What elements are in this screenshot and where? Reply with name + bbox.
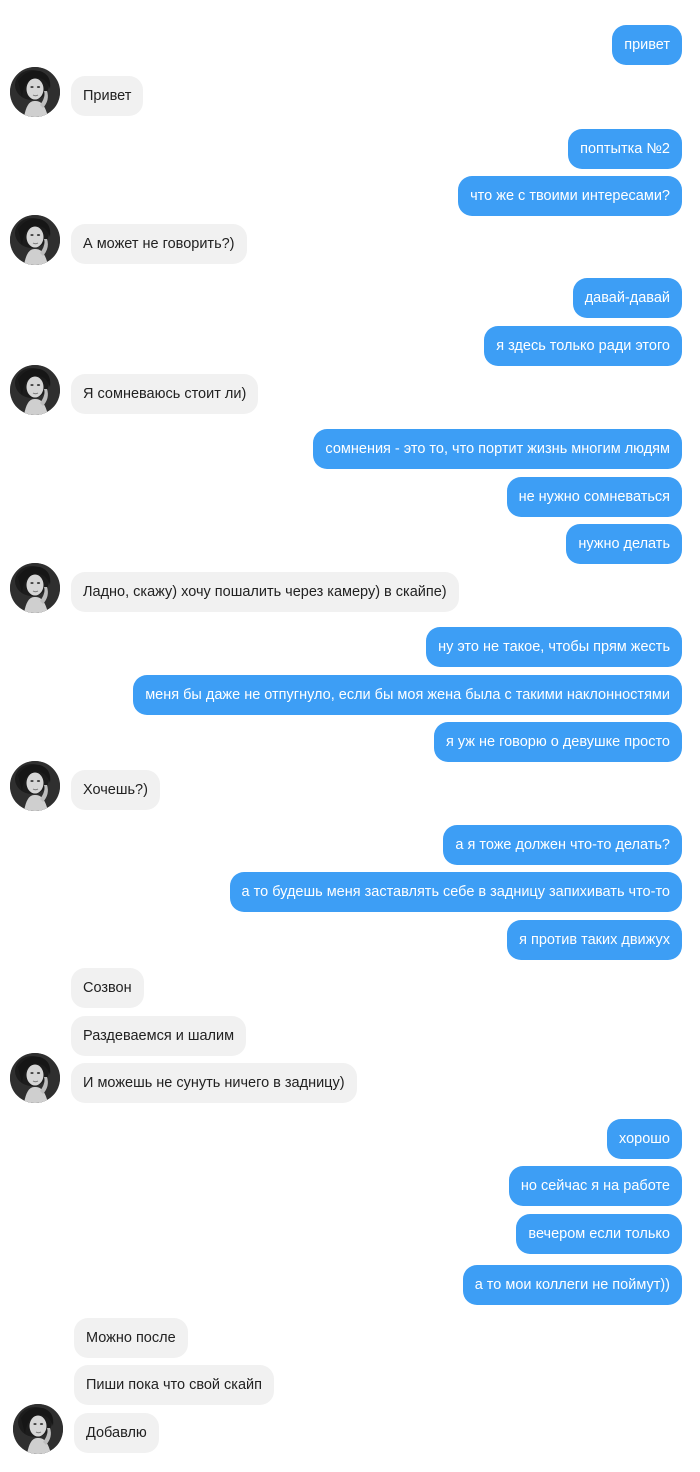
outgoing-message: сомнения - это то, что портит жизнь мног…: [313, 429, 682, 469]
outgoing-message: что же с твоими интересами?: [458, 176, 682, 216]
contact-avatar[interactable]: [10, 365, 60, 415]
contact-avatar[interactable]: [10, 1053, 60, 1103]
contact-avatar[interactable]: [10, 215, 60, 265]
outgoing-message: я против таких движух: [507, 920, 682, 960]
incoming-message: Созвон: [71, 968, 144, 1008]
incoming-message: Ладно, скажу) хочу пошалить через камеру…: [71, 572, 459, 612]
user-photo-icon: [10, 1053, 60, 1103]
outgoing-message: привет: [612, 25, 682, 65]
outgoing-message: а то мои коллеги не поймут)): [462, 1265, 682, 1305]
incoming-message: Хочешь?): [71, 770, 160, 810]
incoming-message: Я сомневаюсь стоит ли): [71, 374, 259, 414]
outgoing-message: нужно делать: [566, 524, 682, 564]
incoming-message: Раздеваемся и шалим: [71, 1016, 247, 1056]
incoming-message: Добавлю: [74, 1413, 159, 1453]
outgoing-message: вечером если только: [516, 1214, 682, 1254]
user-photo-icon: [10, 215, 60, 265]
incoming-message: Можно после: [74, 1318, 188, 1358]
outgoing-message: я уж не говорю о девушке просто: [434, 722, 682, 762]
outgoing-message: не нужно сомневаться: [506, 477, 682, 517]
outgoing-message: давай-давай: [572, 278, 682, 318]
user-photo-icon: [10, 365, 60, 415]
user-photo-icon: [10, 563, 60, 613]
outgoing-message: ну это не такое, чтобы прям жесть: [426, 627, 682, 667]
contact-avatar[interactable]: [10, 761, 60, 811]
user-photo-icon: [13, 1404, 63, 1454]
outgoing-message: я здесь только ради этого: [484, 326, 682, 366]
outgoing-message: меня бы даже не отпугнуло, если бы моя ж…: [133, 675, 682, 715]
user-photo-icon: [10, 761, 60, 811]
outgoing-message: но сейчас я на работе: [508, 1166, 682, 1206]
incoming-message: А может не говорить?): [71, 224, 247, 264]
incoming-message: И можешь не сунуть ничего в задницу): [71, 1063, 357, 1103]
incoming-message: Привет: [71, 76, 144, 116]
outgoing-message: а я тоже должен что-то делать?: [443, 825, 682, 865]
incoming-message: Пиши пока что свой скайп: [74, 1365, 274, 1405]
contact-avatar[interactable]: [10, 67, 60, 117]
user-photo-icon: [10, 67, 60, 117]
outgoing-message: а то будешь меня заставлять себе в задни…: [229, 872, 682, 912]
chat-thread: привет Привет поптытка №2 что же с твоим…: [0, 0, 700, 1472]
contact-avatar[interactable]: [10, 563, 60, 613]
contact-avatar[interactable]: [13, 1404, 63, 1454]
outgoing-message: поптытка №2: [568, 129, 682, 169]
outgoing-message: хорошо: [607, 1119, 682, 1159]
